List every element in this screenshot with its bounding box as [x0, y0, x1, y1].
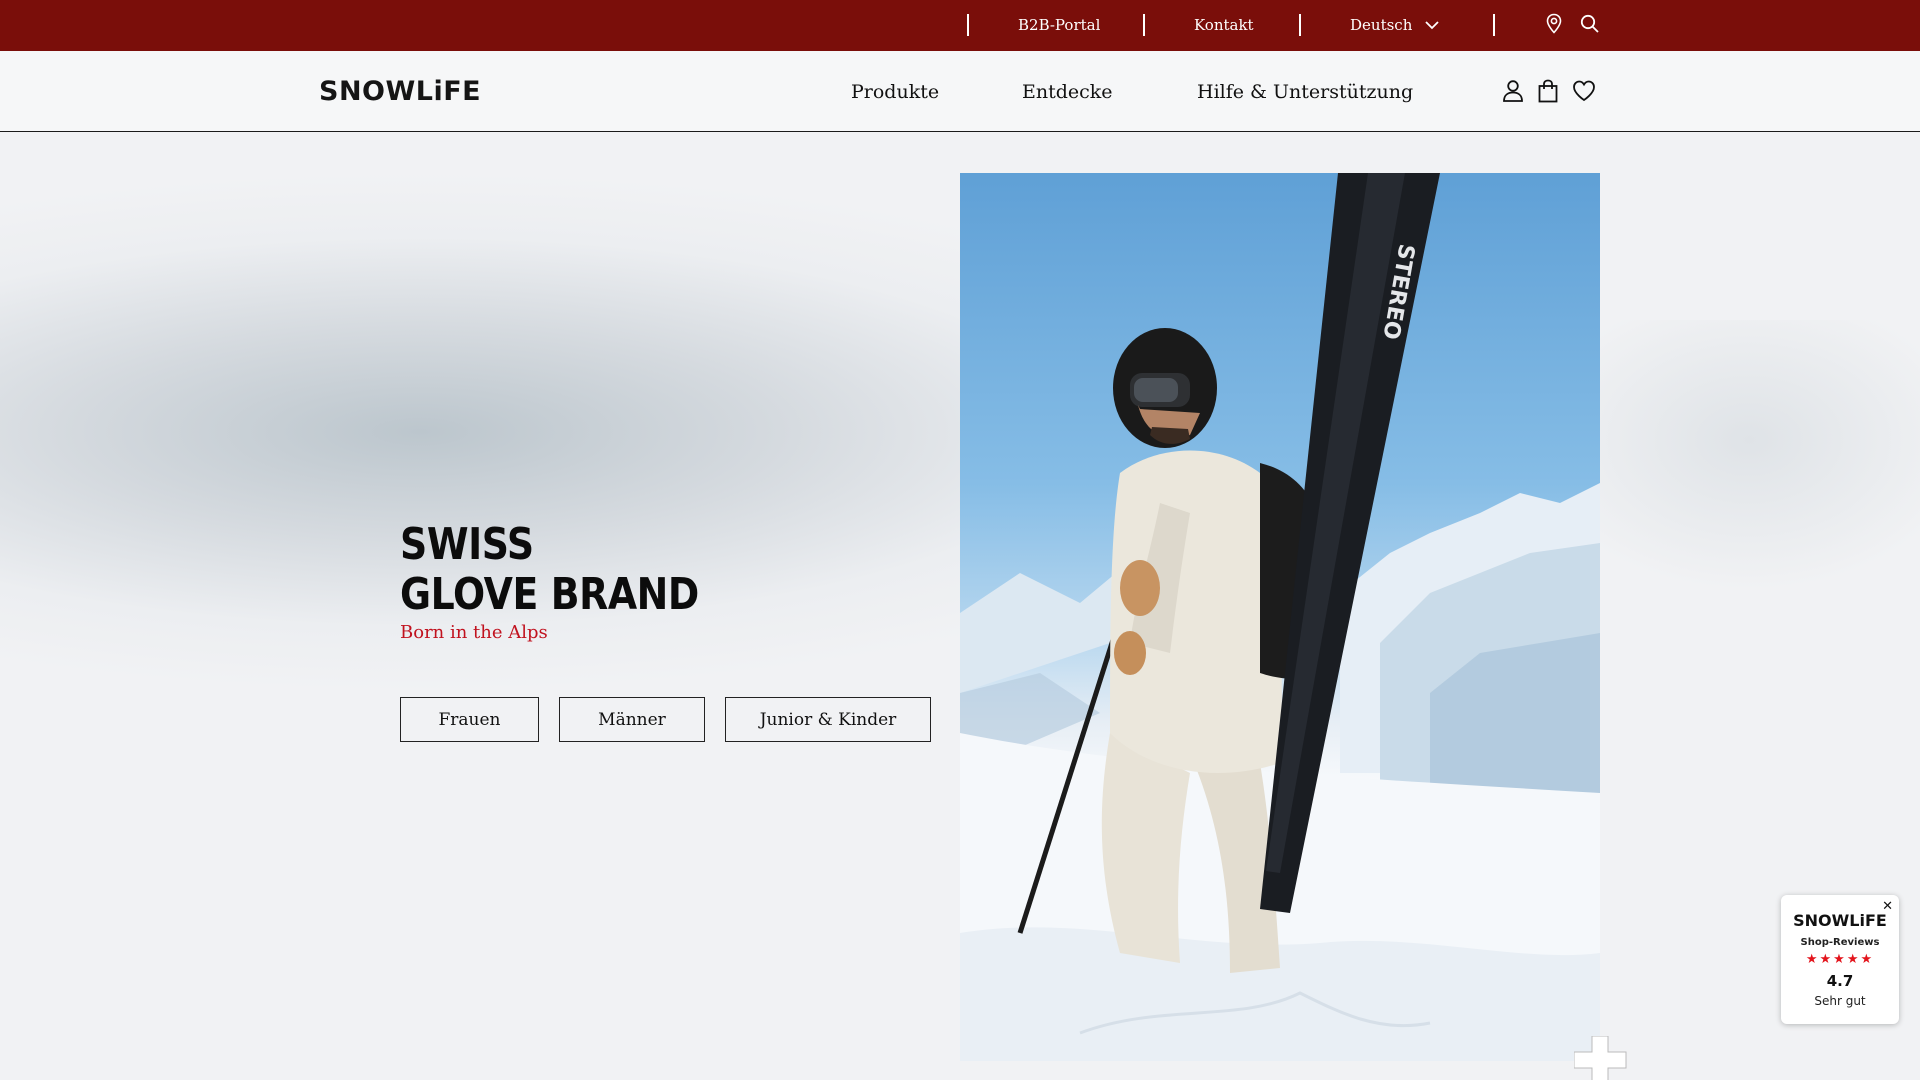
- contact-link[interactable]: Kontakt: [1194, 15, 1254, 35]
- nav-item-products[interactable]: Produkte: [851, 80, 939, 104]
- nav-item-discover[interactable]: Entdecke: [1022, 80, 1113, 104]
- b2b-portal-link[interactable]: B2B-Portal: [1018, 15, 1100, 35]
- language-selector[interactable]: Deutsch: [1350, 15, 1412, 35]
- kids-button[interactable]: Junior & Kinder: [725, 697, 931, 742]
- hero-subtitle: Born in the Alps: [400, 622, 548, 643]
- review-score: 4.7: [1826, 972, 1854, 990]
- divider: [967, 14, 969, 36]
- shop-reviews-widget[interactable]: ✕ SNOWLiFE Shop-Reviews ★★★★★ 4.7 Sehr g…: [1781, 895, 1899, 1024]
- heart-icon[interactable]: [1572, 79, 1596, 103]
- swiss-cross-icon: [1574, 1036, 1627, 1080]
- divider: [1143, 14, 1145, 36]
- review-title: Shop-Reviews: [1800, 937, 1880, 948]
- brand-logo[interactable]: SNOWLiFE: [319, 77, 481, 107]
- search-icon[interactable]: [1580, 13, 1600, 35]
- men-button[interactable]: Männer: [559, 697, 705, 742]
- hero-title: SWISS GLOVE BRAND: [400, 520, 699, 620]
- chevron-down-icon[interactable]: [1424, 17, 1440, 33]
- account-icon[interactable]: [1502, 79, 1524, 103]
- hero-title-line-1: SWISS: [400, 519, 534, 570]
- divider: [1299, 14, 1301, 36]
- hero-title-line-2: GLOVE BRAND: [400, 569, 699, 620]
- women-button[interactable]: Frauen: [400, 697, 539, 742]
- skier-in-snow-photo: STEREO: [960, 173, 1600, 1061]
- hero-image: STEREO: [960, 173, 1600, 1061]
- divider: [1493, 14, 1495, 36]
- nav-item-help[interactable]: Hilfe & Unterstützung: [1197, 80, 1413, 104]
- review-label: Sehr gut: [1814, 994, 1866, 1008]
- review-logo: SNOWLiFE: [1793, 911, 1887, 930]
- location-pin-icon[interactable]: [1545, 13, 1563, 35]
- hero-background-haze: [1599, 320, 1920, 620]
- shopping-bag-icon[interactable]: [1537, 79, 1559, 103]
- main-header: SNOWLiFE Produkte Entdecke Hilfe & Unter…: [0, 51, 1920, 132]
- top-utility-bar: B2B-Portal Kontakt Deutsch: [0, 0, 1920, 51]
- star-rating-icons: ★★★★★: [1805, 952, 1875, 967]
